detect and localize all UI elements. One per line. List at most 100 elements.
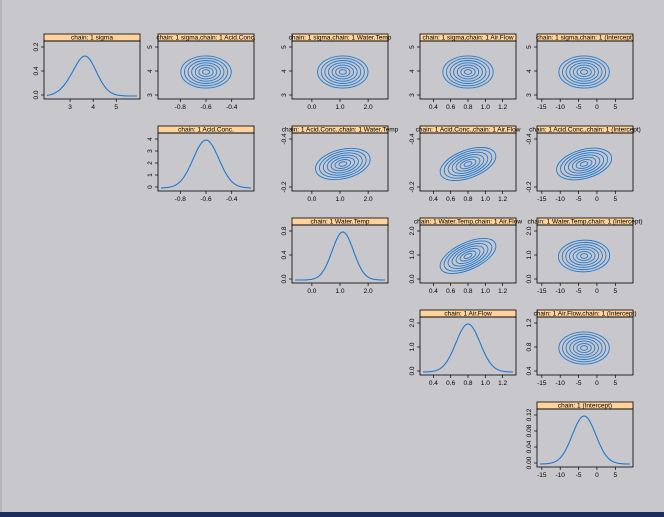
contour-panel-0-3-contour-line [449, 60, 487, 84]
density-panel-intercept-xtick-label: -15 [537, 472, 547, 479]
contour-panel-2-4-strip-label: chain: 1 Water.Temp,chain: 1 (Intercept) [527, 219, 642, 226]
contour-panel-0-1-ytick-label: 3 [147, 93, 154, 97]
contour-panel-0-1-contours [180, 55, 232, 89]
contour-panel-2-3-xtick-label: 0.6 [446, 288, 455, 295]
density-panel-intercept-ytick-label: 0.12 [526, 408, 533, 421]
contour-panel-1-2-xtick-label: 0.0 [307, 196, 316, 203]
contour-panel-1-3-xtick-label: 0.4 [429, 196, 438, 203]
contour-panel-2-3-strip-label: chain: 1 Water.Temp,chain: 1 Air.Flow [414, 219, 522, 226]
contour-panel-0-3-contours [442, 55, 494, 89]
contour-panel-1-4-contour-line [571, 156, 597, 172]
density-panel-intercept-curve [539, 415, 630, 465]
contour-panel-1-4-xtick-label: -10 [556, 196, 566, 203]
density-panel-air-ytick-label: 2.0 [409, 318, 416, 327]
contour-panel-3-4-ytick-label: 0.8 [526, 342, 533, 351]
contour-panel-2-3-ytick-label: 2.0 [409, 226, 416, 235]
contour-panel-3-4-ytick-label: 1.2 [526, 318, 533, 327]
density-panel-air-xtick-label: 0.6 [446, 380, 455, 387]
density-panel-sigma-xtick-label: 4 [91, 104, 95, 111]
contour-panel-2-3-xtick-label: 0.8 [463, 288, 472, 295]
density-panel-sigma-xtick-label: 3 [68, 104, 72, 111]
density-panel-acid-xtick-label: -0.8 [175, 196, 187, 203]
contour-panel-1-3-xtick-label: 0.8 [463, 196, 472, 203]
contour-panel-0-1-xtick-label: -0.8 [175, 104, 187, 111]
contour-panel-0-2-contours [317, 55, 369, 89]
contour-panel-1-4-xtick-label: 5 [613, 196, 617, 203]
contour-panel-1-3-contours [439, 147, 497, 181]
contour-panel-2-4-ytick-label: 0.0 [526, 274, 533, 283]
contour-panel-1-2-ytick-label: -0.2 [281, 181, 288, 193]
contour-panel-1-2-contour-line [338, 161, 348, 167]
contour-panel-2-3-ytick-label: 1.0 [409, 250, 416, 259]
contour-panel-0-4-ytick-label: 4 [526, 69, 533, 73]
contour-panel-2-3-contour-line [439, 238, 497, 274]
contour-panel-3-4-xtick-label: -5 [576, 380, 582, 387]
contour-panel-2-4-xtick-label: 5 [613, 288, 617, 295]
contour-panel-0-1-xtick-label: -0.6 [200, 104, 212, 111]
contour-panel-1-4-contours [556, 147, 613, 181]
contour-panel-0-3-ytick-label: 3 [409, 93, 416, 97]
contour-panel-0-3-contour-line [463, 69, 473, 75]
contour-panel-0-2-ytick-label: 5 [281, 45, 288, 49]
density-panel-acid-strip-label: chain: 1 Acid.Conc. [178, 127, 234, 134]
contour-panel-0-2-contour-line [320, 57, 365, 87]
contour-panel-1-3-xtick-label: 1.0 [481, 196, 490, 203]
contour-panel-1-4-xtick-label: 0 [595, 196, 599, 203]
contour-panel-0-1-contour-line [183, 57, 229, 87]
contour-panel-2-4-ytick-label: 2.0 [526, 226, 533, 235]
contour-panel-0-1-strip-label: chain: 1 sigma,chain: 1 Acid.Conc. [156, 35, 256, 42]
density-panel-air-ytick-label: 1.0 [409, 342, 416, 351]
density-panel-air-xtick-label: 1.0 [481, 380, 490, 387]
contour-panel-0-4-contour-line [569, 62, 599, 82]
density-panel-air-frame [419, 316, 517, 376]
contour-panel-1-3-xtick-label: 1.2 [498, 196, 507, 203]
density-panel-acid-frame [157, 132, 255, 192]
contour-panel-1-4-strip-label: chain: 1 Acid.Conc.,chain: 1 (Intercept) [529, 127, 641, 134]
contour-panel-1-3-contour-line [459, 158, 477, 170]
density-panel-air-xtick-label: 0.8 [463, 380, 472, 387]
contour-panel-0-2-xtick-label: 0.0 [307, 104, 316, 111]
contour-panel-0-3-contour-line [445, 57, 491, 87]
contour-panel-0-2-xtick-label: 1.0 [335, 104, 344, 111]
contour-panel-1-2-strip-label: chain: 1 Acid.Conc.,chain: 1 Water.Temp [282, 127, 399, 134]
density-panel-sigma-ytick-label: 0.0 [33, 90, 40, 99]
contour-panel-0-4-contour-line [562, 57, 607, 87]
density-panel-water-strip-label: chain: 1 Water.Temp [310, 219, 369, 226]
contour-panel-1-4-xtick-label: -15 [537, 196, 547, 203]
contour-panel-1-2-contour-line [315, 147, 371, 181]
density-panel-air-curve [422, 323, 514, 373]
contour-panel-1-3-ytick-label: -0.4 [409, 133, 416, 145]
contour-panel-0-4-ytick-label: 3 [526, 93, 533, 97]
contour-panel-0-4-strip-label: chain: 1 sigma,chain: 1 (Intercept) [536, 35, 634, 42]
contour-panel-0-4-contours [558, 55, 610, 89]
density-panel-intercept-ytick-label: 0.00 [526, 456, 533, 469]
density-panel-water-curve [295, 231, 385, 281]
contour-panel-2-4-contour-line [561, 241, 607, 271]
contour-panel-3-4-contour-line [562, 333, 607, 363]
contour-panel-2-4-xtick-label: -10 [556, 288, 566, 295]
contour-panel-1-3-contour-line [447, 151, 489, 177]
plot-window: chain: 1 sigma 3 4 5 0.0 0.4 0.2 chain: 1 Acid.… [0, 0, 664, 517]
contour-panel-0-2-strip-label: chain: 1 sigma,chain: 1 Water.Temp [289, 35, 392, 42]
contour-panel-1-2-contour-line [330, 156, 355, 172]
density-panel-intercept-strip-label: chain: 1 (Intercept) [558, 403, 612, 410]
contour-panel-0-2-contour-line [338, 69, 347, 75]
contour-panel-0-4-xtick-label: -5 [576, 104, 582, 111]
density-panel-air-strip-label: chain: 1 Air.Flow [444, 311, 492, 318]
contour-panel-0-1-ytick-label: 5 [147, 45, 154, 49]
window-bottom-border [0, 512, 664, 517]
contour-panel-1-3-ytick-label: -0.2 [409, 181, 416, 193]
density-panel-water-ytick-label: 0.8 [281, 226, 288, 235]
contour-panel-0-4-xtick-label: -10 [556, 104, 566, 111]
contour-panel-3-4-xtick-label: -15 [537, 380, 547, 387]
contour-panel-1-3-contour-line [463, 161, 473, 167]
density-panel-sigma-strip-label: chain: 1 sigma [71, 35, 113, 42]
density-panel-water-ytick-label: 0.4 [281, 250, 288, 259]
density-panel-acid-xtick-label: -0.6 [200, 196, 212, 203]
contour-panel-0-2-ytick-label: 4 [281, 69, 288, 73]
contour-panel-0-4-contour-line [565, 60, 603, 84]
contour-panel-0-4-xtick-label: 5 [613, 104, 617, 111]
density-panel-acid-ytick-label: 3 [147, 149, 154, 153]
contour-panel-2-3-xtick-label: 1.0 [481, 288, 490, 295]
contour-panel-0-2-ytick-label: 3 [281, 93, 288, 97]
